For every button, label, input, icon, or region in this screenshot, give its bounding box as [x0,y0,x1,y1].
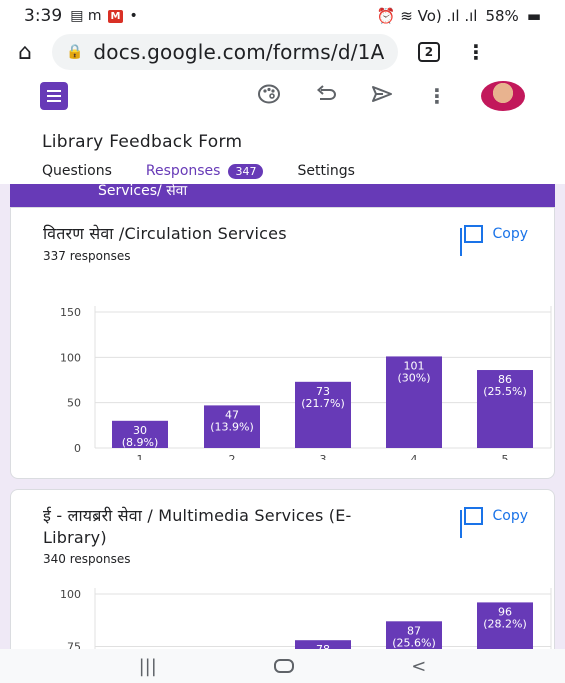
data-label: (28.2%) [483,617,527,630]
notification-icons: ▤ m [70,8,102,24]
back-button[interactable]: < [411,656,426,677]
tab-switcher-button[interactable]: 2 [417,42,440,62]
y-tick-label: 50 [67,397,81,410]
copy-icon [460,507,484,525]
status-notification-icons: ▤ m M • [70,8,138,24]
google-forms-logo-icon[interactable] [40,82,68,110]
notification-dot-icon: • [129,8,138,24]
home-button[interactable] [274,659,295,673]
tab-responses[interactable]: Responses 347 [141,163,273,187]
copy-label: Copy [492,508,528,524]
more-options-icon[interactable]: ⋮ [427,84,447,108]
data-label: (25.5%) [483,385,527,398]
y-tick-label: 75 [67,641,81,650]
url-text: docs.google.com/forms/d/1A [93,40,384,64]
response-count: 340 responses [43,552,131,566]
copy-label: Copy [492,226,528,242]
send-icon[interactable] [371,84,393,108]
data-label: (30%) [397,371,430,384]
battery-icon: ▬ [526,7,541,25]
home-icon[interactable]: ⌂ [18,40,32,65]
undo-icon[interactable] [315,84,337,108]
avatar[interactable] [481,81,525,111]
bar-chart: 7510078(22.9%)87(25.6%)96(28.2%) [60,588,552,650]
question-title: वितरण सेवा /Circulation Services [43,224,287,243]
browser-url-bar: ⌂ 🔒 docs.google.com/forms/d/1A 2 ⋮ [0,32,565,72]
x-tick-label: 4 [411,453,418,460]
response-count: 337 responses [43,249,131,263]
x-tick-label: 3 [320,453,327,460]
copy-chart-button[interactable]: Copy [460,225,528,243]
y-tick-label: 100 [60,351,81,364]
responses-content[interactable]: Services/ सेवा वितरण सेवा /Circulation S… [0,184,565,649]
y-tick-label: 150 [60,306,81,319]
lock-icon: 🔒 [65,44,84,60]
y-tick-label: 0 [74,442,81,455]
copy-icon [460,225,484,243]
data-label: (25.6%) [392,636,436,649]
responses-count-badge: 347 [228,163,264,179]
signal-icons: ⏰ ≋ Vo) .ıl .ıl [376,7,478,25]
x-tick-label: 1 [137,453,144,460]
status-system-icons: ⏰ ≋ Vo) .ıl .ıl 58% ▬ [377,7,541,25]
form-tabs: Questions Responses 347 Settings [42,158,542,187]
status-time: 3:39 [24,6,63,26]
tab-questions[interactable]: Questions [42,163,112,179]
data-label: (13.9%) [210,420,254,433]
notification-badge-icon: M [107,9,124,23]
question-summary-card: वितरण सेवा /Circulation Services 337 res… [10,207,555,479]
tab-responses-label: Responses [145,163,221,179]
recent-apps-button[interactable]: ||| [139,656,157,677]
system-navigation-bar: ||| < [0,649,565,683]
data-label: (21.7%) [301,397,345,410]
battery-level: 58% [485,7,519,25]
form-title: Library Feedback Form [42,132,243,152]
x-tick-label: 5 [502,453,509,460]
address-field[interactable]: 🔒 docs.google.com/forms/d/1A [51,34,398,70]
x-tick-label: 2 [229,453,236,460]
data-label: (8.9%) [122,436,159,449]
question-summary-card: ई - लायब्ररी सेवा / Multimedia Services … [10,489,555,649]
y-tick-label: 100 [60,588,81,601]
forms-toolbar: ⋮ [0,72,565,120]
bar-chart: 05010015030(8.9%)147(13.9%)273(21.7%)310… [60,306,552,460]
question-title: ई - लायब्ररी सेवा / Multimedia Services … [43,506,352,547]
copy-chart-button[interactable]: Copy [460,507,528,525]
status-bar: 3:39 ▤ m M • ⏰ ≋ Vo) .ıl .ıl 58% ▬ [0,0,565,32]
palette-icon[interactable] [257,83,281,110]
tab-settings[interactable]: Settings [297,163,354,179]
browser-menu-icon[interactable]: ⋮ [466,40,486,64]
